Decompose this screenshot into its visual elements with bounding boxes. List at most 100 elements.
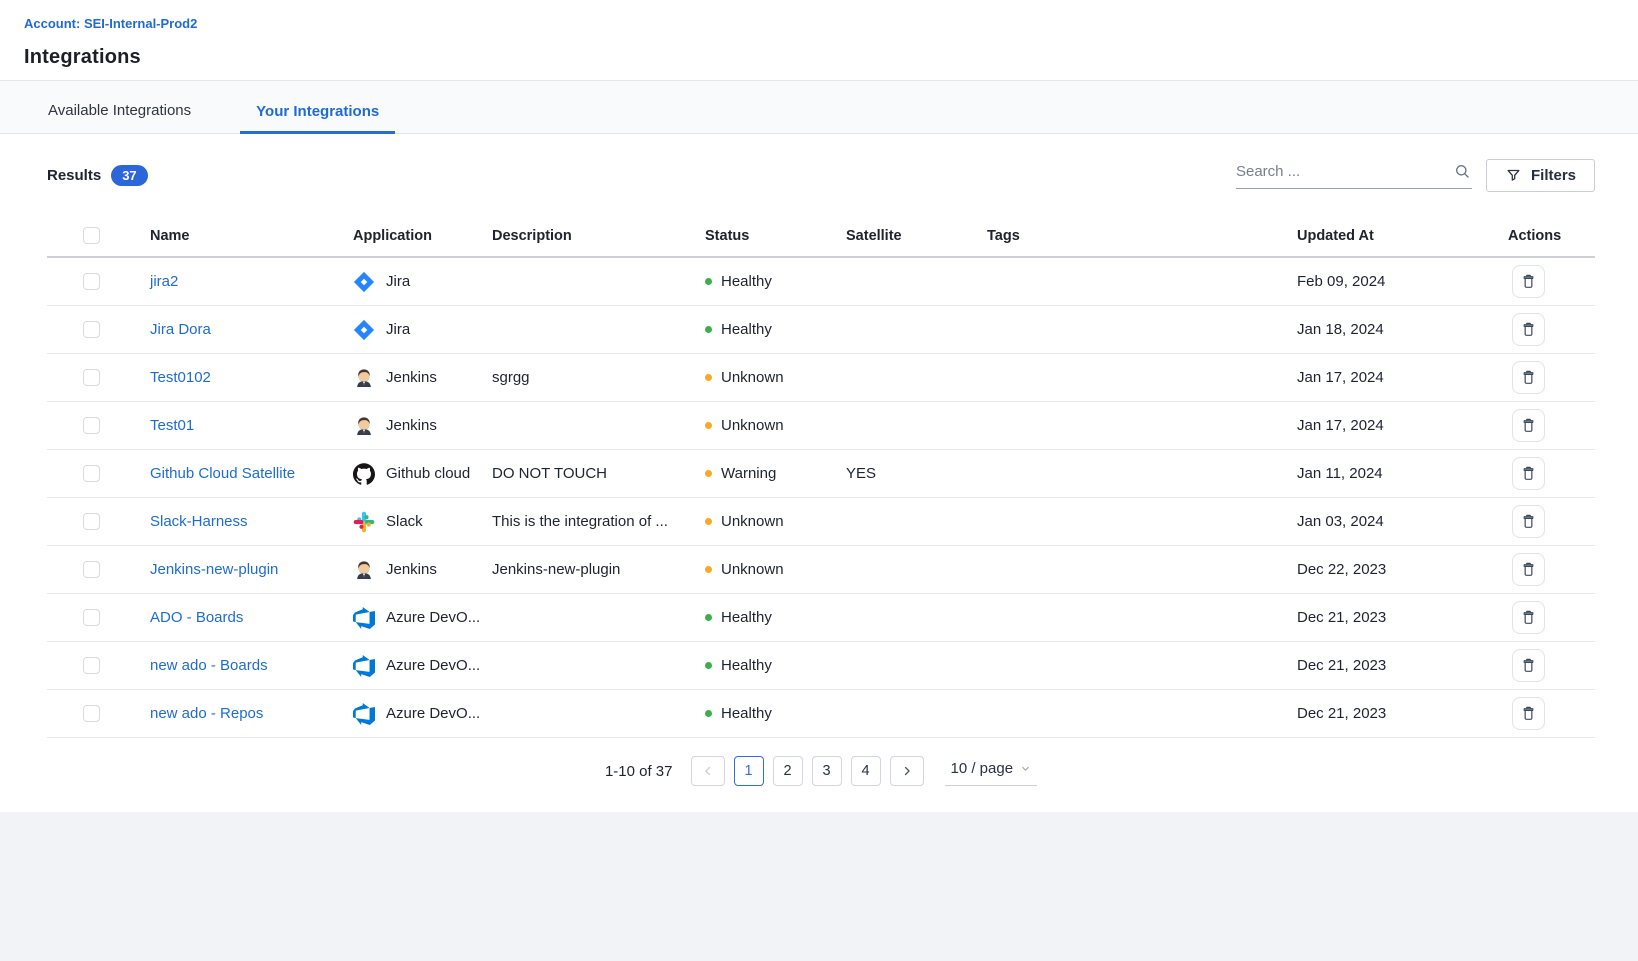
status-dot	[705, 278, 712, 285]
column-header-satellite: Satellite	[846, 228, 987, 244]
chevron-left-icon	[701, 764, 715, 778]
status-label: Healthy	[721, 657, 772, 674]
row-checkbox[interactable]	[83, 705, 100, 722]
table-row: Jenkins-new-plugin Jenkins Jenkins-new-p…	[47, 546, 1595, 594]
search-input[interactable]	[1236, 163, 1447, 180]
status-dot	[705, 566, 712, 573]
row-checkbox[interactable]	[83, 513, 100, 530]
table-row: Slack-Harness Slack This is the integrat…	[47, 498, 1595, 546]
delete-button[interactable]	[1512, 409, 1545, 442]
column-header-actions: Actions	[1500, 228, 1595, 244]
page-button-3[interactable]: 3	[812, 756, 842, 786]
row-checkbox[interactable]	[83, 273, 100, 290]
status-label: Healthy	[721, 273, 772, 290]
status-dot	[705, 710, 712, 717]
jenkins-icon	[353, 367, 375, 389]
row-checkbox[interactable]	[83, 609, 100, 626]
updated-at-value: Jan 18, 2024	[1297, 321, 1500, 338]
chevron-right-icon	[900, 764, 914, 778]
search-icon	[1453, 162, 1472, 181]
updated-at-value: Dec 21, 2023	[1297, 609, 1500, 626]
integration-name-link[interactable]: Jenkins-new-plugin	[150, 561, 278, 578]
next-page-button[interactable]	[890, 756, 924, 786]
integration-name-link[interactable]: ADO - Boards	[150, 609, 243, 626]
page-size-label: 10 / page	[951, 760, 1014, 777]
account-link[interactable]: Account: SEI-Internal-Prod2	[24, 16, 197, 31]
description-text: DO NOT TOUCH	[492, 465, 705, 482]
delete-button[interactable]	[1512, 601, 1545, 634]
delete-button[interactable]	[1512, 457, 1545, 490]
status-dot	[705, 470, 712, 477]
integration-name-link[interactable]: Test01	[150, 417, 194, 434]
trash-icon	[1520, 561, 1537, 578]
updated-at-value: Jan 17, 2024	[1297, 369, 1500, 386]
updated-at-value: Feb 09, 2024	[1297, 273, 1500, 290]
table-body: jira2 Jira Healthy Feb 09, 2024 Jira	[47, 258, 1595, 738]
column-header-updated-at: Updated At	[1297, 228, 1500, 244]
status-label: Healthy	[721, 321, 772, 338]
status-label: Unknown	[721, 417, 784, 434]
slack-icon	[353, 511, 375, 533]
delete-button[interactable]	[1512, 649, 1545, 682]
pagination: 1-10 of 37 1 2 3 4 10 / page	[47, 756, 1595, 786]
jira-icon	[353, 271, 375, 293]
integration-name-link[interactable]: jira2	[150, 273, 178, 290]
trash-icon	[1520, 417, 1537, 434]
row-checkbox[interactable]	[83, 657, 100, 674]
column-header-application: Application	[353, 228, 492, 244]
table-row: Github Cloud Satellite Github cloud DO N…	[47, 450, 1595, 498]
table-row: Test0102 Jenkins sgrgg Unknown Jan 17, 2…	[47, 354, 1595, 402]
updated-at-value: Jan 11, 2024	[1297, 465, 1500, 482]
trash-icon	[1520, 321, 1537, 338]
status-dot	[705, 518, 712, 525]
row-checkbox[interactable]	[83, 321, 100, 338]
select-all-checkbox[interactable]	[83, 227, 100, 244]
results-count-badge: 37	[111, 165, 147, 186]
prev-page-button[interactable]	[691, 756, 725, 786]
filters-button[interactable]: Filters	[1486, 159, 1595, 192]
row-checkbox[interactable]	[83, 561, 100, 578]
application-label: Jenkins	[386, 417, 437, 434]
chevron-down-icon	[1020, 763, 1031, 774]
trash-icon	[1520, 273, 1537, 290]
trash-icon	[1520, 369, 1537, 386]
updated-at-value: Dec 21, 2023	[1297, 657, 1500, 674]
jenkins-icon	[353, 559, 375, 581]
status-dot	[705, 662, 712, 669]
application-label: Jenkins	[386, 561, 437, 578]
page-button-2[interactable]: 2	[773, 756, 803, 786]
delete-button[interactable]	[1512, 265, 1545, 298]
integration-name-link[interactable]: Github Cloud Satellite	[150, 465, 295, 482]
delete-button[interactable]	[1512, 505, 1545, 538]
table-row: new ado - Repos Azure DevO... Healthy De…	[47, 690, 1595, 738]
jira-icon	[353, 319, 375, 341]
delete-button[interactable]	[1512, 697, 1545, 730]
status-label: Healthy	[721, 705, 772, 722]
page-size-select[interactable]: 10 / page	[945, 756, 1038, 786]
trash-icon	[1520, 513, 1537, 530]
table-row: Test01 Jenkins Unknown Jan 17, 2024	[47, 402, 1595, 450]
azure-devops-icon	[353, 703, 375, 725]
row-checkbox[interactable]	[83, 417, 100, 434]
tab-your-integrations[interactable]: Your Integrations	[240, 103, 395, 134]
azure-devops-icon	[353, 655, 375, 677]
updated-at-value: Dec 21, 2023	[1297, 705, 1500, 722]
integration-name-link[interactable]: Test0102	[150, 369, 211, 386]
trash-icon	[1520, 657, 1537, 674]
tab-available-integrations[interactable]: Available Integrations	[48, 102, 191, 133]
page-button-4[interactable]: 4	[851, 756, 881, 786]
row-checkbox[interactable]	[83, 465, 100, 482]
integration-name-link[interactable]: new ado - Repos	[150, 705, 263, 722]
row-checkbox[interactable]	[83, 369, 100, 386]
page-button-1[interactable]: 1	[734, 756, 764, 786]
column-header-name: Name	[150, 228, 353, 244]
trash-icon	[1520, 465, 1537, 482]
delete-button[interactable]	[1512, 313, 1545, 346]
delete-button[interactable]	[1512, 361, 1545, 394]
delete-button[interactable]	[1512, 553, 1545, 586]
integration-name-link[interactable]: Jira Dora	[150, 321, 211, 338]
integration-name-link[interactable]: Slack-Harness	[150, 513, 248, 530]
integration-name-link[interactable]: new ado - Boards	[150, 657, 268, 674]
column-header-description: Description	[492, 228, 705, 244]
table-row: Jira Dora Jira Healthy Jan 18, 2024	[47, 306, 1595, 354]
